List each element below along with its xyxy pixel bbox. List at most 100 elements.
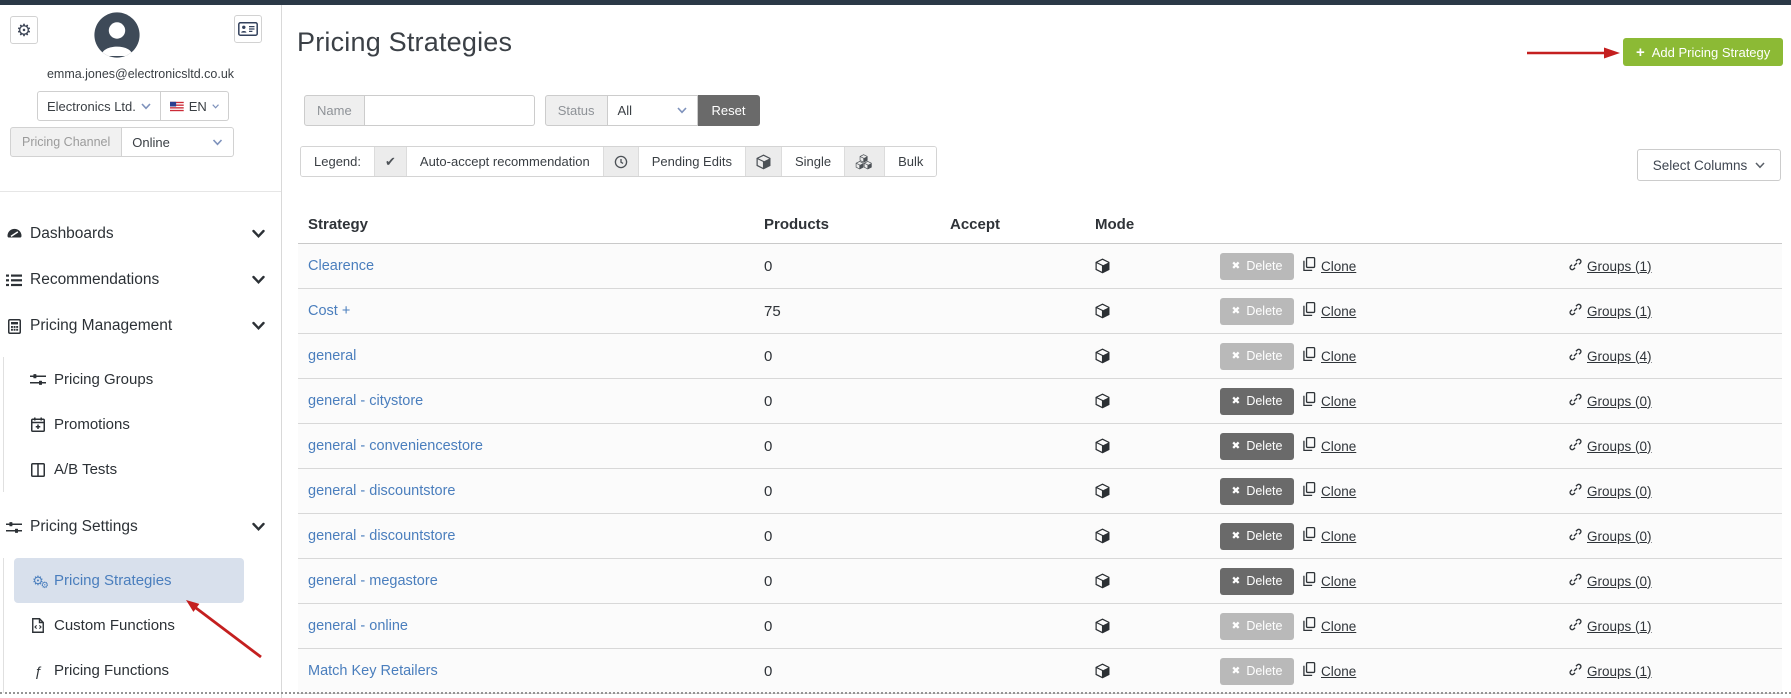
groups-cell: Groups (0) bbox=[1569, 438, 1782, 455]
strategy-link[interactable]: general - online bbox=[308, 618, 408, 634]
sidebar-subgroup: ⚙ ⚙ Pricing Strategies Custom Functions ƒ Pri… bbox=[3, 558, 281, 693]
copy-icon bbox=[1302, 256, 1316, 276]
clone-link[interactable]: Clone bbox=[1321, 619, 1356, 634]
groups-link[interactable]: Groups (1) bbox=[1587, 259, 1652, 274]
sidebar-item-pricing-strategies[interactable]: ⚙ ⚙ Pricing Strategies bbox=[14, 558, 244, 603]
page-title: Pricing Strategies bbox=[297, 27, 513, 57]
chevron-down-icon bbox=[1755, 161, 1765, 168]
strategy-link[interactable]: Clearence bbox=[308, 258, 374, 274]
name-filter-input[interactable] bbox=[364, 95, 535, 126]
strategy-link[interactable]: general - megastore bbox=[308, 573, 438, 589]
clone-cell: Clone bbox=[1302, 661, 1569, 681]
company-select[interactable]: Electronics Ltd. bbox=[37, 91, 161, 121]
sidebar-nav: Dashboards Recommendations Pricing Managem… bbox=[0, 205, 281, 698]
strategy-link[interactable]: general bbox=[308, 348, 356, 364]
strategy-link[interactable]: general - discountstore bbox=[308, 528, 456, 544]
clone-link[interactable]: Clone bbox=[1321, 484, 1356, 499]
chevron-down-icon bbox=[213, 138, 223, 145]
gears-icon: ⚙ ⚙ bbox=[32, 573, 49, 590]
clone-link[interactable]: Clone bbox=[1321, 529, 1356, 544]
clone-link[interactable]: Clone bbox=[1321, 259, 1356, 274]
chevron-down-icon bbox=[252, 275, 265, 285]
groups-cell: Groups (4) bbox=[1569, 348, 1782, 365]
groups-link[interactable]: Groups (1) bbox=[1587, 664, 1652, 679]
legend-bar: Legend: ✔ Auto-accept recommendation Pendi… bbox=[300, 146, 938, 177]
table-row: general - discountstore 0 ✖ Delete Clone Grou… bbox=[298, 514, 1782, 559]
groups-link[interactable]: Groups (1) bbox=[1587, 619, 1652, 634]
clone-link[interactable]: Clone bbox=[1321, 304, 1356, 319]
delete-cell: ✖ Delete bbox=[1220, 387, 1302, 415]
sidebar-item-dashboards[interactable]: Dashboards bbox=[0, 211, 281, 257]
delete-button[interactable]: ✖ Delete bbox=[1220, 522, 1294, 550]
strategy-link[interactable]: Cost + bbox=[308, 303, 350, 319]
delete-button[interactable]: ✖ Delete bbox=[1220, 432, 1294, 460]
strategy-cell: general - conveniencestore bbox=[308, 438, 764, 454]
status-filter-label: Status bbox=[544, 95, 608, 126]
settings-button[interactable]: ⚙ bbox=[10, 16, 38, 44]
clone-link[interactable]: Clone bbox=[1321, 349, 1356, 364]
copy-icon bbox=[1302, 301, 1316, 321]
delete-button[interactable]: ✖ Delete bbox=[1220, 477, 1294, 505]
address-card-icon bbox=[238, 22, 258, 36]
groups-link[interactable]: Groups (0) bbox=[1587, 394, 1652, 409]
sidebar-item-label: Recommendations bbox=[30, 271, 160, 288]
products-value: 0 bbox=[764, 572, 773, 590]
status-filter-select[interactable]: All bbox=[607, 95, 698, 126]
chevron-down-icon bbox=[212, 103, 219, 109]
chevron-down-icon bbox=[676, 107, 687, 114]
strategy-link[interactable]: general - citystore bbox=[308, 393, 423, 409]
strategy-link[interactable]: Match Key Retailers bbox=[308, 663, 438, 679]
sidebar-item-a-b-tests[interactable]: A/B Tests bbox=[14, 447, 244, 492]
groups-link[interactable]: Groups (0) bbox=[1587, 439, 1652, 454]
delete-button: ✖ Delete bbox=[1220, 252, 1294, 280]
add-pricing-strategy-button[interactable]: + Add Pricing Strategy bbox=[1623, 38, 1784, 66]
delete-button-label: Delete bbox=[1246, 574, 1283, 588]
strategy-cell: general - discountstore bbox=[308, 528, 764, 544]
delete-button: ✖ Delete bbox=[1220, 612, 1294, 640]
legend-label: Legend: bbox=[301, 147, 375, 176]
clone-link[interactable]: Clone bbox=[1321, 574, 1356, 589]
app-window: ⚙ emma.jones@electronicsltd.co.uk Electr… bbox=[0, 0, 1791, 698]
groups-link[interactable]: Groups (4) bbox=[1587, 349, 1652, 364]
clone-cell: Clone bbox=[1302, 256, 1569, 276]
select-columns-button[interactable]: Select Columns bbox=[1637, 149, 1781, 181]
sidebar-item-pricing-management[interactable]: Pricing Management bbox=[0, 303, 281, 349]
table-row: general - conveniencestore 0 ✖ Delete Clone G… bbox=[298, 424, 1782, 469]
sidebar-item-pricing-groups[interactable]: Pricing Groups bbox=[14, 357, 244, 402]
clone-cell: Clone bbox=[1302, 391, 1569, 411]
sidebar-item-custom-functions[interactable]: Custom Functions bbox=[14, 603, 244, 648]
groups-link[interactable]: Groups (0) bbox=[1587, 484, 1652, 499]
delete-button[interactable]: ✖ Delete bbox=[1220, 567, 1294, 595]
table-row: Clearence 0 ✖ Delete Clone Groups (1) bbox=[298, 244, 1782, 289]
reset-button[interactable]: Reset bbox=[697, 95, 760, 126]
strategy-cell: Clearence bbox=[308, 258, 764, 274]
pricing-channel-select[interactable]: Online bbox=[122, 127, 235, 157]
sidebar-item-label: Pricing Strategies bbox=[54, 572, 172, 589]
profile-card-button[interactable] bbox=[234, 15, 262, 43]
link-icon bbox=[1569, 663, 1582, 680]
sidebar-item-recommendations[interactable]: Recommendations bbox=[0, 257, 281, 303]
delete-button[interactable]: ✖ Delete bbox=[1220, 387, 1294, 415]
strategy-link[interactable]: general - conveniencestore bbox=[308, 438, 483, 454]
clone-link[interactable]: Clone bbox=[1321, 394, 1356, 409]
groups-link[interactable]: Groups (0) bbox=[1587, 574, 1652, 589]
groups-link[interactable]: Groups (0) bbox=[1587, 529, 1652, 544]
groups-link[interactable]: Groups (1) bbox=[1587, 304, 1652, 319]
language-select[interactable]: EN bbox=[161, 91, 229, 121]
sidebar-item-label: A/B Tests bbox=[54, 461, 118, 478]
copy-icon bbox=[1302, 436, 1316, 456]
sidebar-item-promotions[interactable]: Promotions bbox=[14, 402, 244, 447]
sidebar-item-pricing-functions[interactable]: ƒ Pricing Functions bbox=[14, 648, 244, 693]
avatar bbox=[93, 11, 141, 59]
sidebar-item-pricing-settings[interactable]: Pricing Settings bbox=[0, 504, 281, 550]
clone-link[interactable]: Clone bbox=[1321, 439, 1356, 454]
table-row: general - discountstore 0 ✖ Delete Clone Grou… bbox=[298, 469, 1782, 514]
delete-cell: ✖ Delete bbox=[1220, 297, 1302, 325]
strategy-link[interactable]: general - discountstore bbox=[308, 483, 456, 499]
clone-link[interactable]: Clone bbox=[1321, 664, 1356, 679]
products-value: 0 bbox=[764, 662, 773, 680]
legend-item-label: Auto-accept recommendation bbox=[406, 147, 604, 176]
sidebar-item-label: Promotions bbox=[54, 416, 130, 433]
cube-icon bbox=[1095, 258, 1220, 274]
pricing-channel-label: Pricing Channel bbox=[10, 127, 123, 157]
